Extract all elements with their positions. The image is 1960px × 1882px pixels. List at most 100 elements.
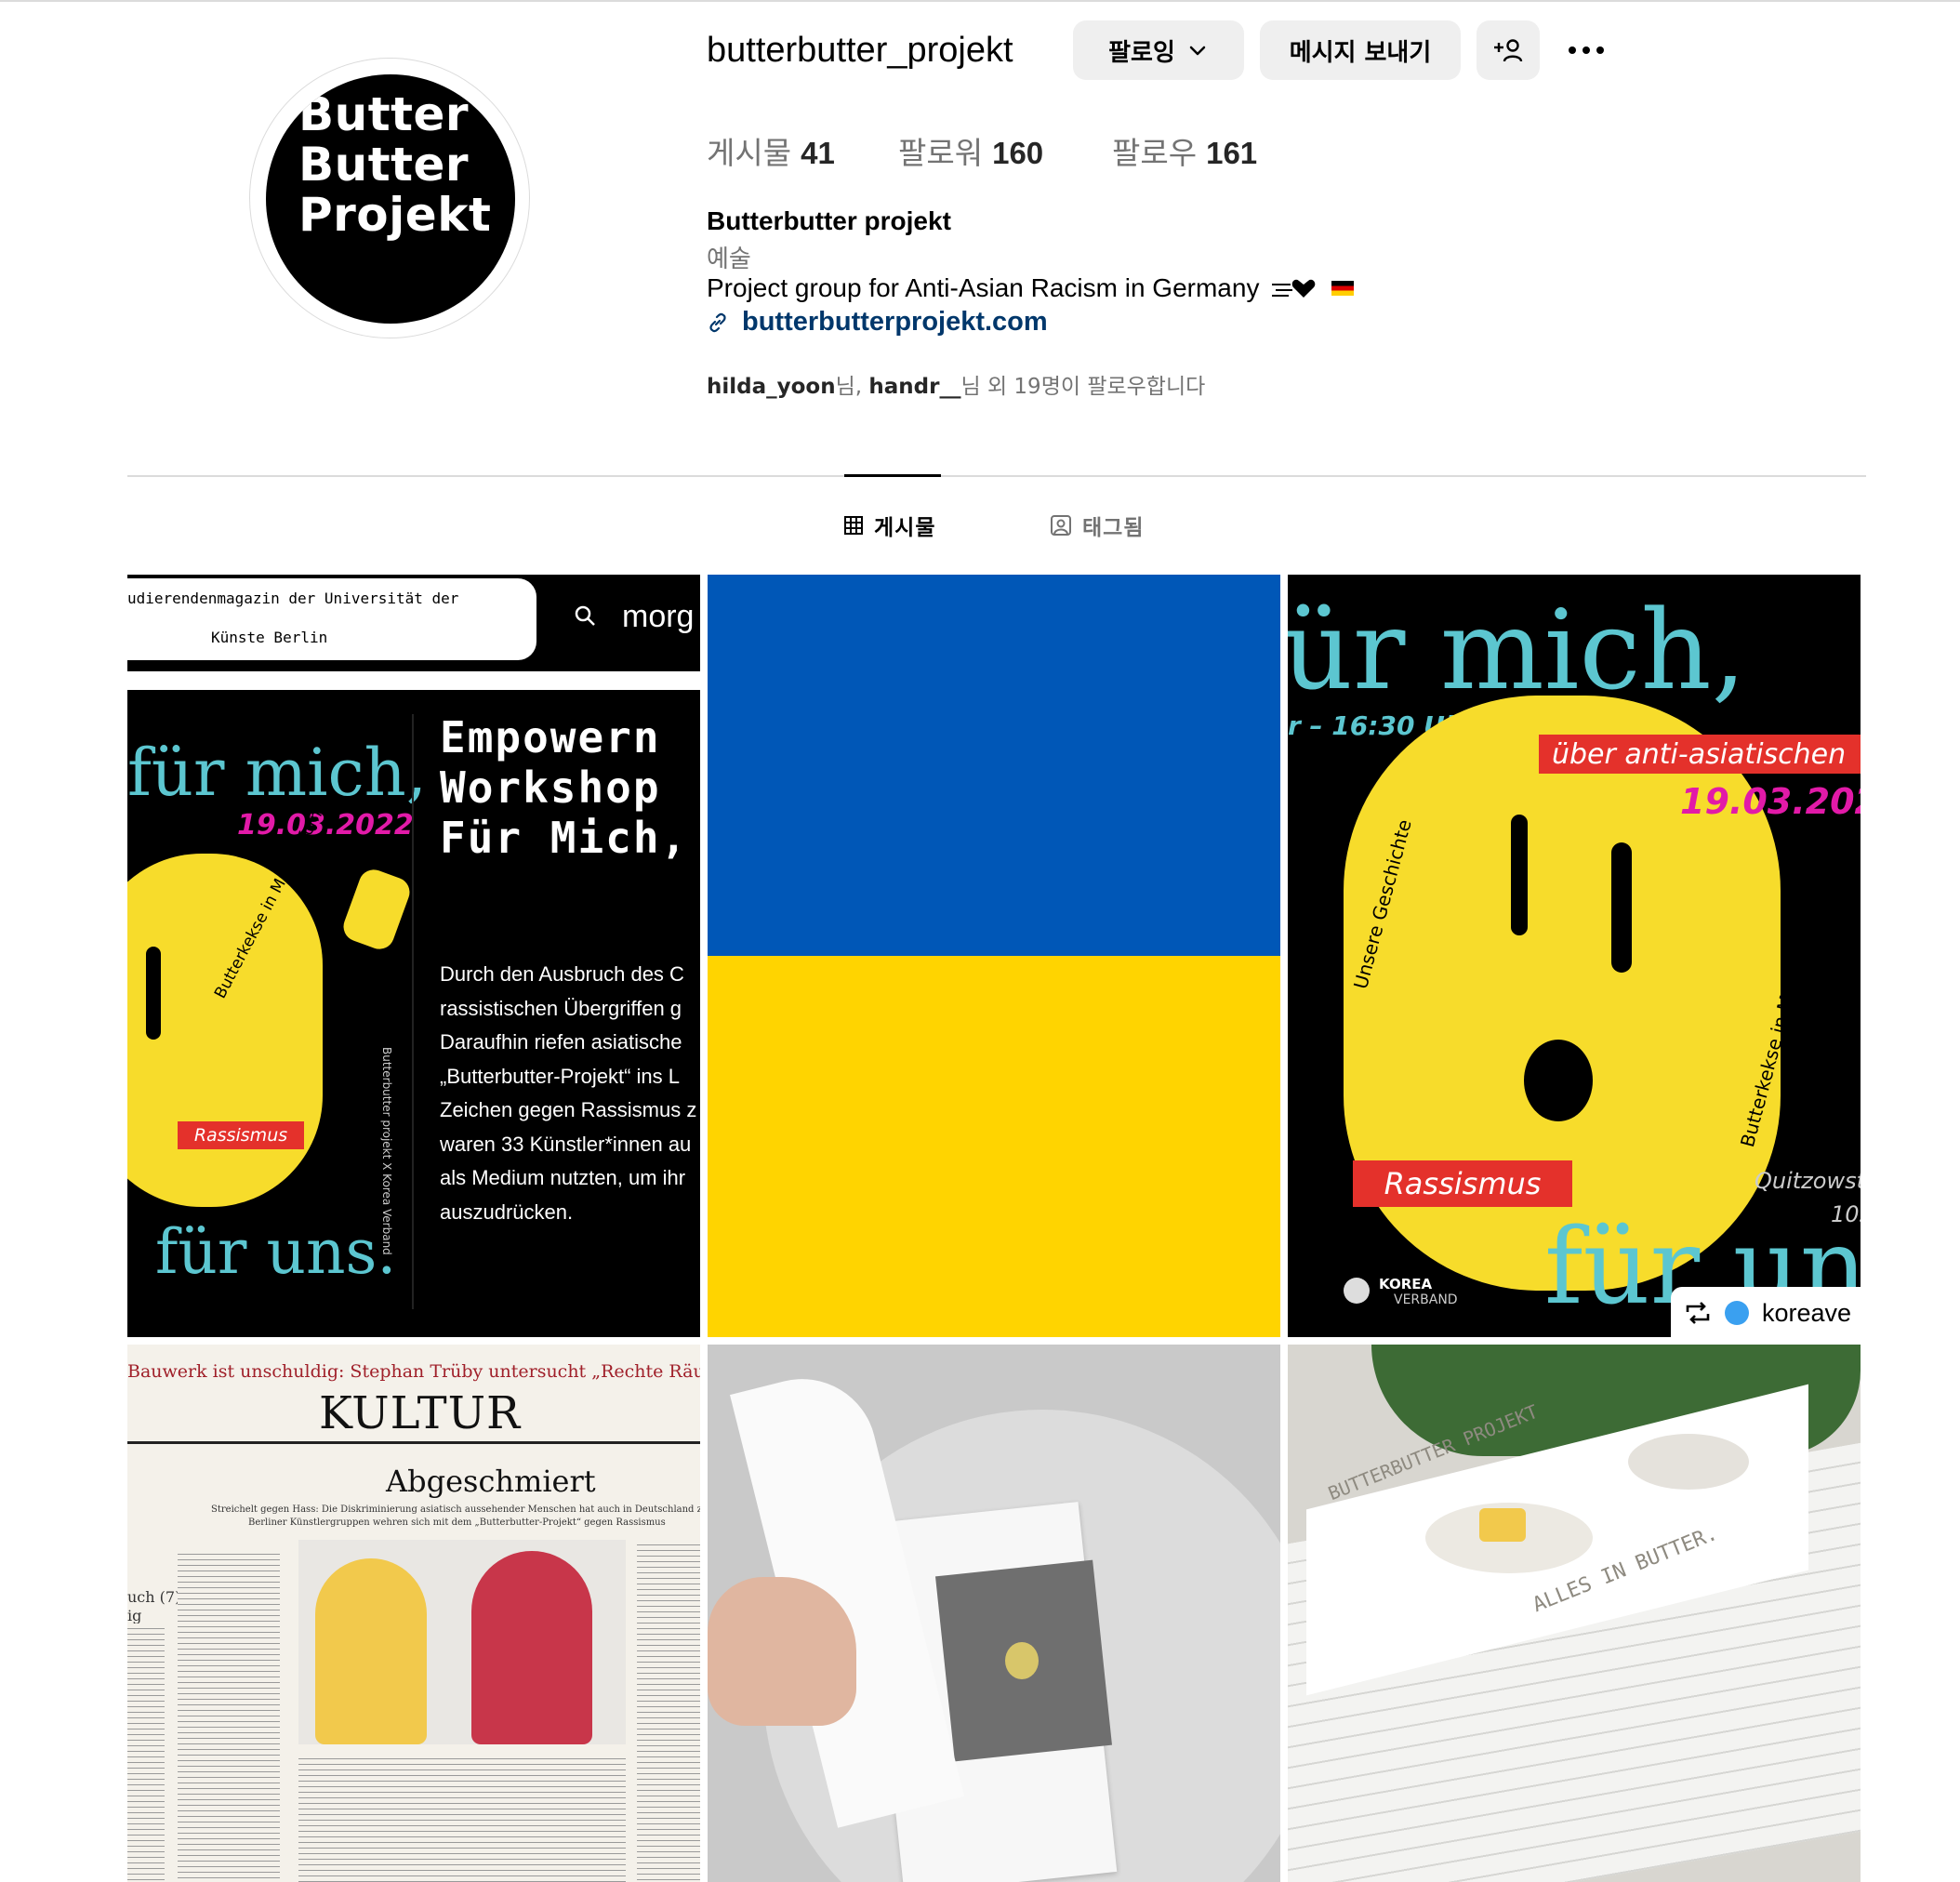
poster-top-text: für mich, — [127, 735, 428, 811]
avatar-line: Projekt — [298, 188, 492, 242]
tabs-divider — [127, 475, 1866, 477]
profile-username: butterbutter_projekt — [707, 31, 1013, 70]
hand — [708, 1577, 856, 1726]
heart-speed-icon — [1272, 279, 1316, 298]
posts-count-value: 41 — [801, 136, 835, 170]
newspaper-subhead: Berliner Künstlergruppen wehren sich mit… — [248, 1518, 666, 1528]
flag-top-band — [708, 575, 1280, 956]
qr-plate — [1628, 1434, 1749, 1490]
profile-description: Project group for Anti-Asian Racism in G… — [707, 273, 1355, 303]
followers-count[interactable]: 팔로워 160 — [898, 128, 1043, 173]
repost-avatar — [1725, 1301, 1749, 1325]
newspaper-text-column — [298, 1754, 626, 1882]
cookie-stick — [339, 865, 414, 954]
tab-tagged[interactable]: 태그됨 — [1051, 510, 1144, 541]
post-tile[interactable]: ür mich, r – 16:30 Uhr über anti-asiatis… — [1288, 575, 1861, 1337]
tab-tagged-label: 태그됨 — [1082, 516, 1145, 540]
avatar-line: Butter — [298, 87, 470, 141]
active-tab-indicator — [844, 474, 941, 477]
newspaper-text-column — [178, 1549, 280, 1882]
korea-verband-logo-text: VERBAND — [1394, 1292, 1458, 1307]
poster-top-text: ür mich, — [1288, 586, 1747, 714]
followers-count-value: 160 — [992, 136, 1044, 170]
tab-posts-label: 게시물 — [874, 516, 936, 540]
more-options-button[interactable] — [1558, 20, 1614, 80]
workshop-headline: Workshop — [440, 762, 661, 813]
following-count-label: 팔로우 — [1112, 136, 1198, 170]
follower-name: hilda_yoon — [707, 375, 836, 399]
newspaper-rule — [127, 1441, 700, 1444]
repost-username: koreave — [1762, 1298, 1852, 1327]
avatar[interactable]: Butter Butter Projekt — [266, 74, 515, 324]
profile-category: 예술 — [707, 245, 751, 273]
profile-website-text: butterbutterprojekt.com — [742, 307, 1048, 337]
body-line: Zeichen gegen Rassismus z — [440, 1098, 697, 1121]
book-cover-butter — [1479, 1508, 1526, 1542]
post-tile[interactable]: BUTTERBUTTER PROJEKT ALLES IN BUTTER. — [1288, 1345, 1861, 1882]
following-count-value: 161 — [1206, 136, 1258, 170]
germany-flag-icon — [1331, 281, 1355, 296]
magazine-header-line: Künste Berlin — [211, 629, 328, 646]
body-line: Daraufhin riefen asiatische — [440, 1030, 682, 1054]
tab-posts[interactable]: 게시물 — [844, 510, 935, 541]
body-line: waren 33 Künstler*innen au — [440, 1132, 692, 1156]
poster-address: Quitzowst — [1755, 1168, 1861, 1194]
ribbon-label: über anti-asiatischen — [1539, 735, 1861, 774]
newspaper-text-column — [127, 1624, 165, 1882]
posts-count-label: 게시물 — [707, 136, 792, 170]
message-button-label: 메시지 보내기 — [1289, 38, 1432, 67]
following-count[interactable]: 팔로우 161 — [1112, 128, 1257, 173]
dot — [1596, 46, 1604, 54]
newspaper-text-column — [637, 1540, 700, 1882]
following-button[interactable]: 팔로잉 — [1073, 20, 1244, 80]
repost-icon — [1686, 1302, 1710, 1324]
newspaper-subhead: Streichelt gegen Hass: Die Diskriminieru… — [211, 1504, 700, 1515]
rassismus-badge: Rassismus — [1353, 1160, 1572, 1207]
post-tile[interactable] — [708, 575, 1280, 1337]
body-line: auszudrücken. — [440, 1199, 574, 1224]
follower-name: handr__ — [868, 375, 961, 399]
avatar-logo-text: Butter Butter Projekt — [298, 89, 491, 240]
dot — [1569, 46, 1576, 54]
body-line: als Medium nutzten, um ihr — [440, 1166, 686, 1189]
repost-badge: koreave — [1671, 1287, 1861, 1337]
rassismus-badge: Rassismus — [178, 1121, 304, 1149]
post-tile[interactable]: udierendenmagazin der Universität der Kü… — [127, 575, 700, 1337]
suggest-user-button[interactable] — [1477, 20, 1540, 80]
cookie-eye-left — [1511, 815, 1528, 935]
followed-by-separator: 님, — [835, 375, 869, 399]
poster-date: 19.03.2022 — [1680, 781, 1861, 822]
korea-verband-logo-text: KOREA — [1379, 1276, 1433, 1292]
message-button[interactable]: 메시지 보내기 — [1260, 20, 1461, 80]
avatar-line: Butter — [298, 138, 470, 192]
cookie-hole — [146, 947, 161, 1040]
posts-count: 게시물 41 — [707, 128, 835, 173]
post-tile[interactable]: Bauwerk ist unschuldig: Stephan Trüby un… — [127, 1345, 700, 1882]
search-icon — [575, 605, 595, 626]
magazine-header-line: udierendenmagazin der Universität der — [127, 590, 459, 607]
newspaper-kicker: Bauwerk ist unschuldig: Stephan Trüby un… — [127, 1361, 700, 1382]
newspaper-side: ig — [127, 1607, 142, 1624]
post-tile[interactable] — [708, 1345, 1280, 1882]
profile-description-text: Project group for Anti-Asian Racism in G… — [707, 273, 1260, 302]
poster-bottom-text: für uns. — [155, 1216, 397, 1288]
profile-website-link[interactable]: butterbutterprojekt.com — [707, 307, 1048, 338]
workshop-body: Durch den Ausbruch des C rassistischen Ü… — [440, 958, 696, 1229]
workshop-headline: Für Mich, — [440, 813, 689, 863]
followed-by-rest: 님 외 19명이 팔로우합니다 — [960, 375, 1206, 399]
link-icon — [709, 312, 726, 332]
followed-by[interactable]: hilda_yoon님, handr__님 외 19명이 팔로우합니다 — [707, 368, 1205, 400]
grid-icon — [844, 516, 863, 535]
dot — [1583, 46, 1590, 54]
header-rule — [127, 671, 700, 690]
newspaper-section: KULTUR — [319, 1387, 522, 1439]
profile-name: Butterbutter projekt — [707, 206, 951, 235]
newspaper-headline: Abgeschmiert — [386, 1464, 596, 1499]
poster-divider — [412, 714, 414, 1309]
photo-person-red — [471, 1551, 592, 1744]
following-button-label: 팔로잉 — [1108, 38, 1175, 67]
add-person-icon — [1494, 39, 1523, 62]
top-border — [0, 0, 1960, 2]
photo-person-yellow — [315, 1558, 427, 1744]
chevron-down-icon — [1189, 46, 1206, 56]
